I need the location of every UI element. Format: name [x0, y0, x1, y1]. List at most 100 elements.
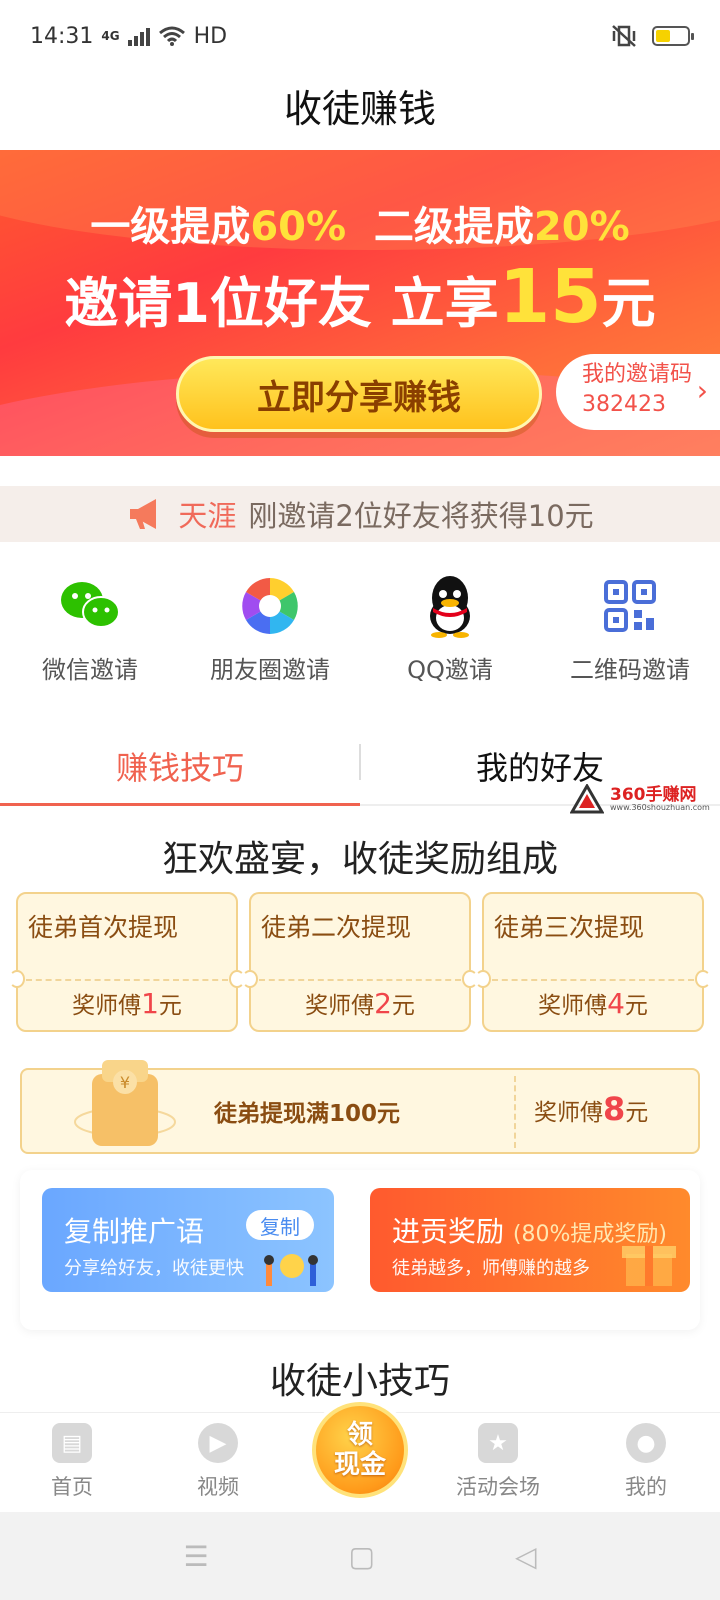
mute-vibrate-icon — [612, 25, 636, 47]
claim-cash-button[interactable]: 领 现金 — [312, 1402, 408, 1498]
reward-unit: 元 — [625, 1100, 649, 1126]
qrcode-icon — [598, 574, 662, 638]
reward-section-title: 狂欢盛宴，收徒奖励组成 — [161, 839, 558, 880]
reward-unit: 元 — [624, 993, 648, 1019]
reward-prefix: 奖师傅 — [538, 993, 608, 1019]
invite-ticker: 天涯 刚邀请2位好友将获得10元 — [0, 486, 720, 542]
svg-text:¥: ¥ — [120, 1073, 130, 1092]
invite-reward-value: 15 — [498, 254, 602, 340]
milestone-ticket: ¥ 徒弟提现满100元 奖师傅8元 — [20, 1060, 700, 1154]
menu-icon[interactable]: ☰ — [183, 1540, 208, 1573]
nav-home[interactable]: ▤ 首页 — [12, 1423, 132, 1501]
reward-ticket: 徒弟二次提现 奖师傅2元 — [242, 892, 478, 1032]
user-icon: ● — [626, 1423, 666, 1463]
invite-code-card[interactable]: 我的邀请码 382423 › — [556, 354, 720, 430]
reward-value: 2 — [374, 987, 392, 1020]
home-square-icon[interactable]: ▢ — [349, 1540, 375, 1573]
share-label: 二维码邀请 — [570, 656, 690, 684]
gift-icon — [622, 1246, 676, 1286]
watermark-logo-icon — [570, 784, 604, 814]
reward-ticket: 徒弟三次提现 奖师傅4元 — [475, 892, 711, 1032]
ticket-title: 徒弟首次提现 — [28, 913, 179, 942]
ticker-text: 刚邀请2位好友将获得10元 — [248, 499, 594, 533]
reward-unit: 元 — [158, 993, 182, 1019]
ticker-user: 天涯 — [178, 499, 237, 533]
nav-video[interactable]: ▶ 视频 — [158, 1423, 278, 1501]
status-right — [610, 24, 694, 48]
invite-reward-unit: 元 — [601, 272, 656, 335]
reward-value: 4 — [607, 987, 625, 1020]
share-label: QQ邀请 — [407, 656, 493, 684]
ticket-title: 徒弟二次提现 — [261, 913, 412, 942]
share-qrcode[interactable]: 二维码邀请 — [545, 574, 715, 685]
signal-icon — [127, 26, 150, 46]
nav-label: 视频 — [197, 1475, 239, 1499]
reward-prefix: 奖师傅 — [305, 993, 375, 1019]
level2-value: 20% — [533, 204, 630, 250]
star-bookmark-icon: ★ — [478, 1423, 518, 1463]
chevron-right-icon: › — [696, 374, 708, 407]
battery-icon — [652, 26, 694, 46]
tab-earning-tips[interactable]: 赚钱技巧 — [0, 728, 360, 806]
page-title: 收徒赚钱 — [283, 87, 436, 131]
cash-line1: 领 — [346, 1420, 373, 1450]
reward-unit: 元 — [391, 993, 415, 1019]
ticket-title: 徒弟三次提现 — [494, 913, 645, 942]
level2-label: 二级提成 — [373, 204, 534, 250]
megaphone-icon — [130, 499, 157, 529]
copy-card-title: 复制推广语 — [64, 1215, 205, 1248]
level1-value: 60% — [250, 204, 347, 250]
clock: 14:31 — [30, 23, 94, 49]
share-label: 朋友圈邀请 — [210, 656, 330, 684]
banner-invite-line: 邀请1位好友 立享15元 — [0, 254, 720, 340]
nav-events[interactable]: ★ 活动会场 — [438, 1423, 558, 1501]
share-qq[interactable]: QQ邀请 — [365, 574, 535, 685]
money-bag-icon: ¥ — [74, 1060, 176, 1146]
copy-slogan-card[interactable]: 复制推广语 分享给好友，收徒更快 复制 — [42, 1188, 334, 1292]
reward-prefix: 奖师傅 — [72, 993, 142, 1019]
wechat-icon — [58, 574, 122, 638]
back-triangle-icon[interactable]: ◁ — [515, 1540, 537, 1573]
reward-value: 1 — [141, 987, 159, 1020]
status-bar: 14:31 4G HD — [0, 0, 720, 72]
tips-title: 收徒小技巧 — [269, 1361, 450, 1402]
ticket-reward: 奖师傅2元 — [251, 986, 469, 1020]
hd-indicator: HD — [193, 23, 228, 49]
tribute-reward-card[interactable]: 进贡奖励 (80%提成奖励) 徒弟越多，师傅赚的越多 — [370, 1188, 690, 1292]
copy-card-subtitle: 分享给好友，收徒更快 — [64, 1258, 244, 1279]
share-moments[interactable]: 朋友圈邀请 — [185, 574, 355, 685]
nav-me[interactable]: ● 我的 — [586, 1423, 706, 1501]
watermark-text: 360手赚网 — [610, 784, 697, 805]
share-wechat[interactable]: 微信邀请 — [5, 574, 175, 685]
tribute-title: 进贡奖励 — [392, 1215, 505, 1248]
nav-label: 我的 — [625, 1475, 667, 1499]
banner-commission-line: 一级提成60% 二级提成20% — [0, 194, 720, 252]
people-coin-icon — [264, 1254, 318, 1286]
cash-line2: 现金 — [333, 1450, 386, 1480]
reward-ticket: 徒弟首次提现 奖师傅1元 — [9, 892, 245, 1032]
site-watermark: 360手赚网 www.360shouzhuan.com — [570, 784, 710, 814]
book-icon: ▤ — [52, 1423, 92, 1463]
ticket-reward: 奖师傅1元 — [18, 986, 236, 1020]
moments-icon — [238, 574, 302, 638]
network-type: 4G — [101, 29, 120, 43]
nav-label: 首页 — [51, 1475, 93, 1499]
watermark-url: www.360shouzhuan.com — [610, 802, 710, 812]
reward-tickets: 徒弟首次提现 奖师傅1元 徒弟二次提现 奖师傅2元 徒弟三次提现 奖师傅4元 — [9, 892, 711, 1032]
level1-label: 一级提成 — [90, 204, 251, 250]
share-options: 微信邀请 朋友圈邀请 QQ邀请 二维码邀请 — [0, 574, 720, 685]
copy-button[interactable]: 复制 — [246, 1210, 314, 1240]
tab-divider — [359, 744, 361, 780]
share-earn-button[interactable]: 立即分享赚钱 — [176, 356, 542, 432]
status-left: 14:31 4G HD — [30, 24, 227, 49]
reward-prefix: 奖师傅 — [534, 1100, 603, 1126]
system-nav-bar: ☰ ▢ ◁ — [0, 1512, 720, 1600]
share-label: 微信邀请 — [42, 656, 138, 684]
promo-cards: 复制推广语 分享给好友，收徒更快 复制 进贡奖励 (80%提成奖励) 徒弟越多，… — [20, 1170, 700, 1330]
promo-banner: 一级提成60% 二级提成20% 邀请1位好友 立享15元 立即分享赚钱 我的邀请… — [0, 150, 720, 456]
ticket-reward: 奖师傅4元 — [484, 986, 702, 1020]
reward-value: 8 — [603, 1090, 626, 1128]
nav-label: 活动会场 — [456, 1475, 540, 1499]
play-icon: ▶ — [198, 1423, 238, 1463]
qq-icon — [418, 574, 482, 638]
